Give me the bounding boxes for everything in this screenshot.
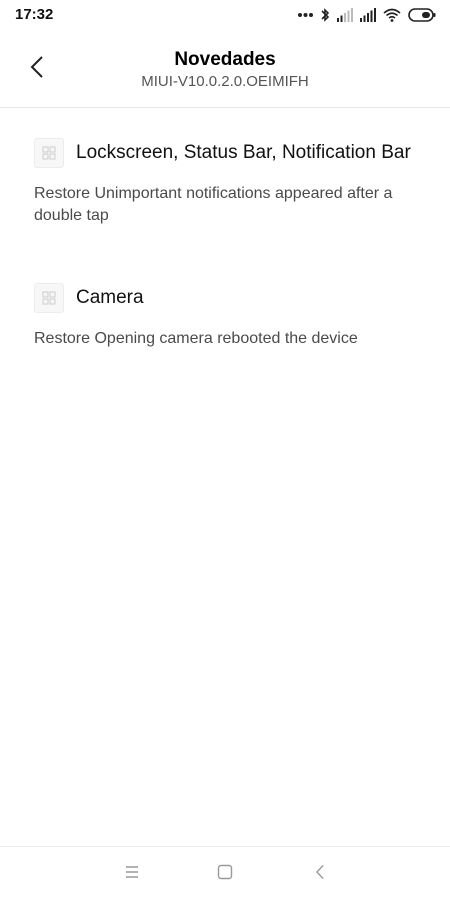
section-title: Camera bbox=[76, 287, 144, 308]
section-header: Lockscreen, Status Bar, Notification Bar bbox=[34, 138, 411, 168]
app-icon bbox=[34, 283, 64, 313]
battery-icon bbox=[408, 8, 436, 22]
menu-icon bbox=[124, 865, 140, 884]
section-description: Restore Unimportant notifications appear… bbox=[34, 185, 393, 224]
bluetooth-icon bbox=[320, 7, 330, 23]
header: Novedades MIUI-V10.0.2.0.OEIMIFH bbox=[0, 30, 450, 108]
status-icons bbox=[298, 6, 436, 24]
nav-back-button[interactable] bbox=[308, 863, 332, 885]
back-icon bbox=[315, 864, 325, 885]
section-header: Camera bbox=[34, 283, 144, 313]
page-subtitle: MIUI-V10.0.2.0.OEIMIFH bbox=[141, 73, 309, 90]
section-title: Lockscreen, Status Bar, Notification Bar bbox=[76, 142, 411, 163]
page-title: Novedades bbox=[174, 49, 276, 70]
dots-icon bbox=[298, 12, 313, 18]
home-icon bbox=[217, 864, 233, 885]
app-icon bbox=[34, 138, 64, 168]
home-button[interactable] bbox=[213, 863, 237, 885]
menu-button[interactable] bbox=[120, 863, 144, 885]
wifi-icon bbox=[383, 8, 401, 22]
navigation-bar bbox=[0, 846, 450, 900]
signal-icon bbox=[337, 8, 353, 22]
signal-icon bbox=[360, 8, 376, 22]
status-bar: 17:32 bbox=[0, 0, 450, 30]
status-time: 17:32 bbox=[15, 6, 54, 23]
section-description: Restore Opening camera rebooted the devi… bbox=[34, 330, 358, 347]
